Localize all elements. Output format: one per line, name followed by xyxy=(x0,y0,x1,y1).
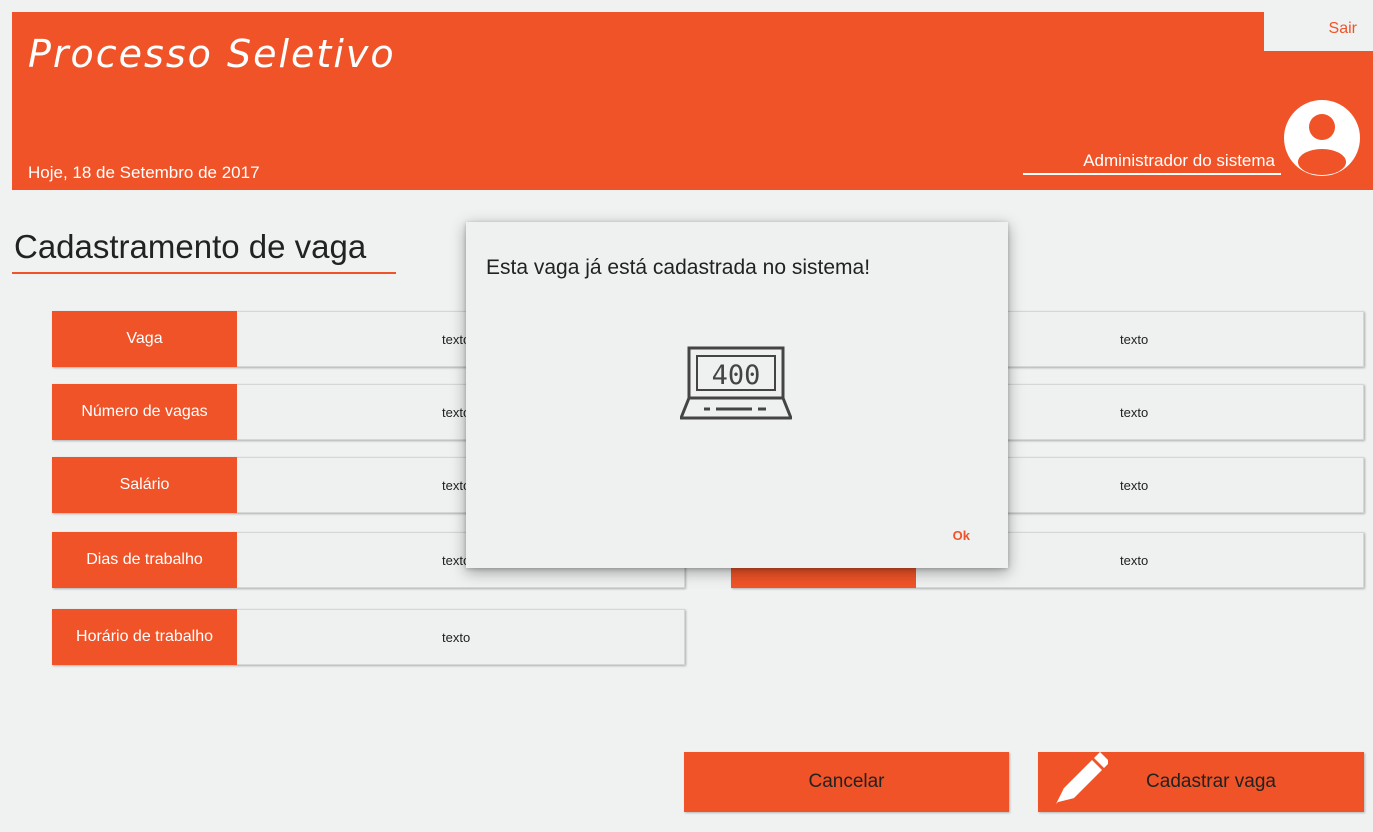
field-label: Horário de trabalho xyxy=(52,609,237,665)
logout-button[interactable]: Sair xyxy=(1264,12,1373,51)
dialog-message: Esta vaga já está cadastrada no sistema! xyxy=(486,256,871,279)
error-code: 400 xyxy=(712,360,761,391)
pencil-icon xyxy=(1046,752,1110,818)
field-horario-trabalho: Horário de trabalho texto xyxy=(52,609,685,665)
field-label: Vaga xyxy=(52,311,237,367)
submit-button-label: Cadastrar vaga xyxy=(1146,771,1276,792)
cancel-button-label: Cancelar xyxy=(808,771,885,792)
alert-dialog: Esta vaga já está cadastrada no sistema!… xyxy=(466,222,1008,568)
avatar[interactable] xyxy=(1284,100,1360,176)
horario-trabalho-input[interactable]: texto xyxy=(237,609,685,665)
laptop-error-icon: 400 xyxy=(679,346,793,431)
cancel-button[interactable]: Cancelar xyxy=(684,752,1009,812)
current-date: Hoje, 18 de Setembro de 2017 xyxy=(28,163,260,182)
submit-vaga-button[interactable]: Cadastrar vaga xyxy=(1038,752,1364,812)
user-name-link[interactable]: Administrador do sistema xyxy=(1023,151,1281,175)
field-label: Salário xyxy=(52,457,237,513)
page-title: Cadastramento de vaga xyxy=(12,228,397,274)
dialog-ok-button[interactable]: Ok xyxy=(953,528,970,543)
app-title: Processo Seletivo xyxy=(28,32,396,76)
app-header: Processo Seletivo Hoje, 18 de Setembro d… xyxy=(12,12,1373,190)
field-label: Número de vagas xyxy=(52,384,237,440)
field-label: Dias de trabalho xyxy=(52,532,237,588)
user-icon xyxy=(1298,114,1346,175)
